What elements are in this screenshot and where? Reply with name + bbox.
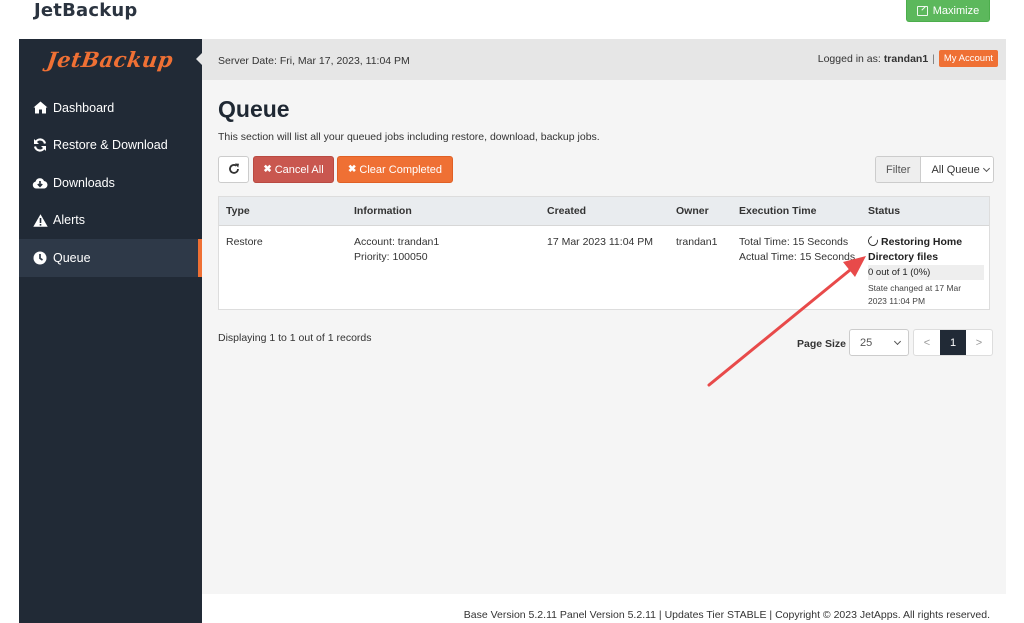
cell-execution-time: Total Time: 15 Seconds Actual Time: 15 S… — [739, 235, 855, 265]
my-account-button[interactable]: My Account — [938, 50, 998, 67]
cell-status: Restoring Home Directory files 0 out of … — [866, 234, 988, 308]
queue-filter: Filter All Queue — [875, 156, 994, 183]
filter-label: Filter — [876, 157, 922, 182]
cancel-all-button[interactable]: ✖ Cancel All — [253, 156, 334, 183]
jetbackup-frame: JetBackup Dashboard Restore & Download D… — [19, 39, 1006, 623]
info-account: Account: trandan1 — [354, 236, 440, 248]
sidebar-item-label: Dashboard — [53, 100, 115, 115]
refresh-button[interactable] — [218, 156, 249, 183]
page-size-value: 25 — [860, 336, 873, 349]
column-header-status[interactable]: Status — [868, 205, 900, 217]
status-title: Restoring Home Directory files — [866, 234, 988, 265]
maximize-button[interactable]: Maximize — [906, 0, 990, 22]
state-changed: State changed at 17 Mar 2023 11:04 PM — [868, 283, 962, 306]
sidebar-nav: Dashboard Restore & Download Downloads A… — [19, 89, 202, 277]
records-summary: Displaying 1 to 1 out of 1 records — [218, 332, 372, 344]
sidebar-item-label: Downloads — [53, 175, 115, 190]
total-time: Total Time: 15 Seconds — [739, 236, 849, 248]
app-title: JetBackup — [34, 0, 138, 21]
actual-time: Actual Time: 15 Seconds — [739, 251, 856, 263]
page-size-label: Page Size — [797, 338, 847, 350]
cell-type: Restore — [226, 236, 263, 248]
cell-created: 17 Mar 2023 11:04 PM — [547, 236, 654, 248]
sidebar-item-downloads[interactable]: Downloads — [19, 164, 202, 202]
progress-bar: 0 out of 1 (0%) — [868, 265, 984, 280]
page-description: This section will list all your queued j… — [218, 131, 600, 143]
queue-table: Type Information Created Owner Execution… — [218, 196, 990, 310]
sidebar-item-alerts[interactable]: Alerts — [19, 202, 202, 240]
sidebar: JetBackup Dashboard Restore & Download D… — [19, 39, 202, 623]
maximize-icon — [916, 5, 928, 16]
footer: Base Version 5.2.11 Panel Version 5.2.11… — [202, 594, 1006, 623]
refresh-icon — [32, 137, 48, 153]
spinner-icon — [866, 234, 880, 248]
close-icon: ✖ — [348, 164, 357, 175]
column-header-type[interactable]: Type — [226, 205, 250, 217]
top-bar: JetBackup Maximize — [0, 0, 1024, 38]
logo-text: JetBackup — [45, 47, 176, 72]
logo-notch — [196, 53, 202, 65]
next-page-button[interactable]: > — [966, 330, 992, 355]
sidebar-item-label: Alerts — [53, 213, 85, 228]
pagination: < 1 > — [913, 329, 993, 356]
filter-value: All Queue — [931, 163, 980, 176]
sidebar-item-label: Queue — [53, 250, 91, 265]
cell-owner: trandan1 — [676, 236, 718, 248]
sidebar-item-restore-download[interactable]: Restore & Download — [19, 127, 202, 165]
server-date: Server Date: Fri, Mar 17, 2023, 11:04 PM — [218, 55, 410, 67]
info-priority: Priority: 100050 — [354, 251, 428, 263]
home-icon — [32, 100, 48, 116]
logged-in-info: Logged in as: trandan1 | My Account — [818, 50, 998, 67]
maximize-label: Maximize — [932, 4, 980, 17]
warning-icon — [32, 212, 48, 228]
clear-completed-label: Clear Completed — [359, 163, 442, 176]
column-header-execution-time[interactable]: Execution Time — [739, 205, 816, 217]
page-size-select[interactable]: 25 — [849, 329, 909, 356]
sidebar-item-queue[interactable]: Queue — [19, 239, 202, 277]
sidebar-item-dashboard[interactable]: Dashboard — [19, 89, 202, 127]
close-icon: ✖ — [263, 164, 272, 175]
footer-text: Base Version 5.2.11 Panel Version 5.2.11… — [463, 609, 990, 621]
column-header-owner[interactable]: Owner — [676, 205, 709, 217]
filter-select[interactable]: All Queue — [921, 157, 993, 182]
chevron-down-icon — [982, 164, 990, 172]
cancel-all-label: Cancel All — [274, 163, 324, 176]
progress-text: 0 out of 1 (0%) — [868, 267, 931, 278]
status-title-text: Restoring Home Directory files — [868, 236, 963, 263]
column-header-information[interactable]: Information — [354, 205, 412, 217]
sidebar-item-label: Restore & Download — [53, 138, 168, 153]
logo[interactable]: JetBackup — [19, 39, 202, 80]
clear-completed-button[interactable]: ✖ Clear Completed — [337, 156, 453, 183]
chevron-down-icon — [893, 337, 902, 345]
page-title: Queue — [218, 96, 290, 122]
clock-icon — [32, 250, 48, 266]
cell-information: Account: trandan1 Priority: 100050 — [354, 235, 439, 265]
page-button-current[interactable]: 1 — [940, 330, 966, 355]
header-bar: Server Date: Fri, Mar 17, 2023, 11:04 PM… — [196, 39, 1006, 80]
separator: | — [932, 52, 935, 65]
prev-page-button[interactable]: < — [914, 330, 940, 355]
table-header: Type Information Created Owner Execution… — [219, 197, 989, 226]
cloud-download-icon — [32, 175, 48, 191]
refresh-icon — [228, 162, 240, 178]
logged-in-label: Logged in as: — [817, 52, 881, 65]
column-header-created[interactable]: Created — [547, 205, 586, 217]
username: trandan1 — [883, 52, 929, 65]
